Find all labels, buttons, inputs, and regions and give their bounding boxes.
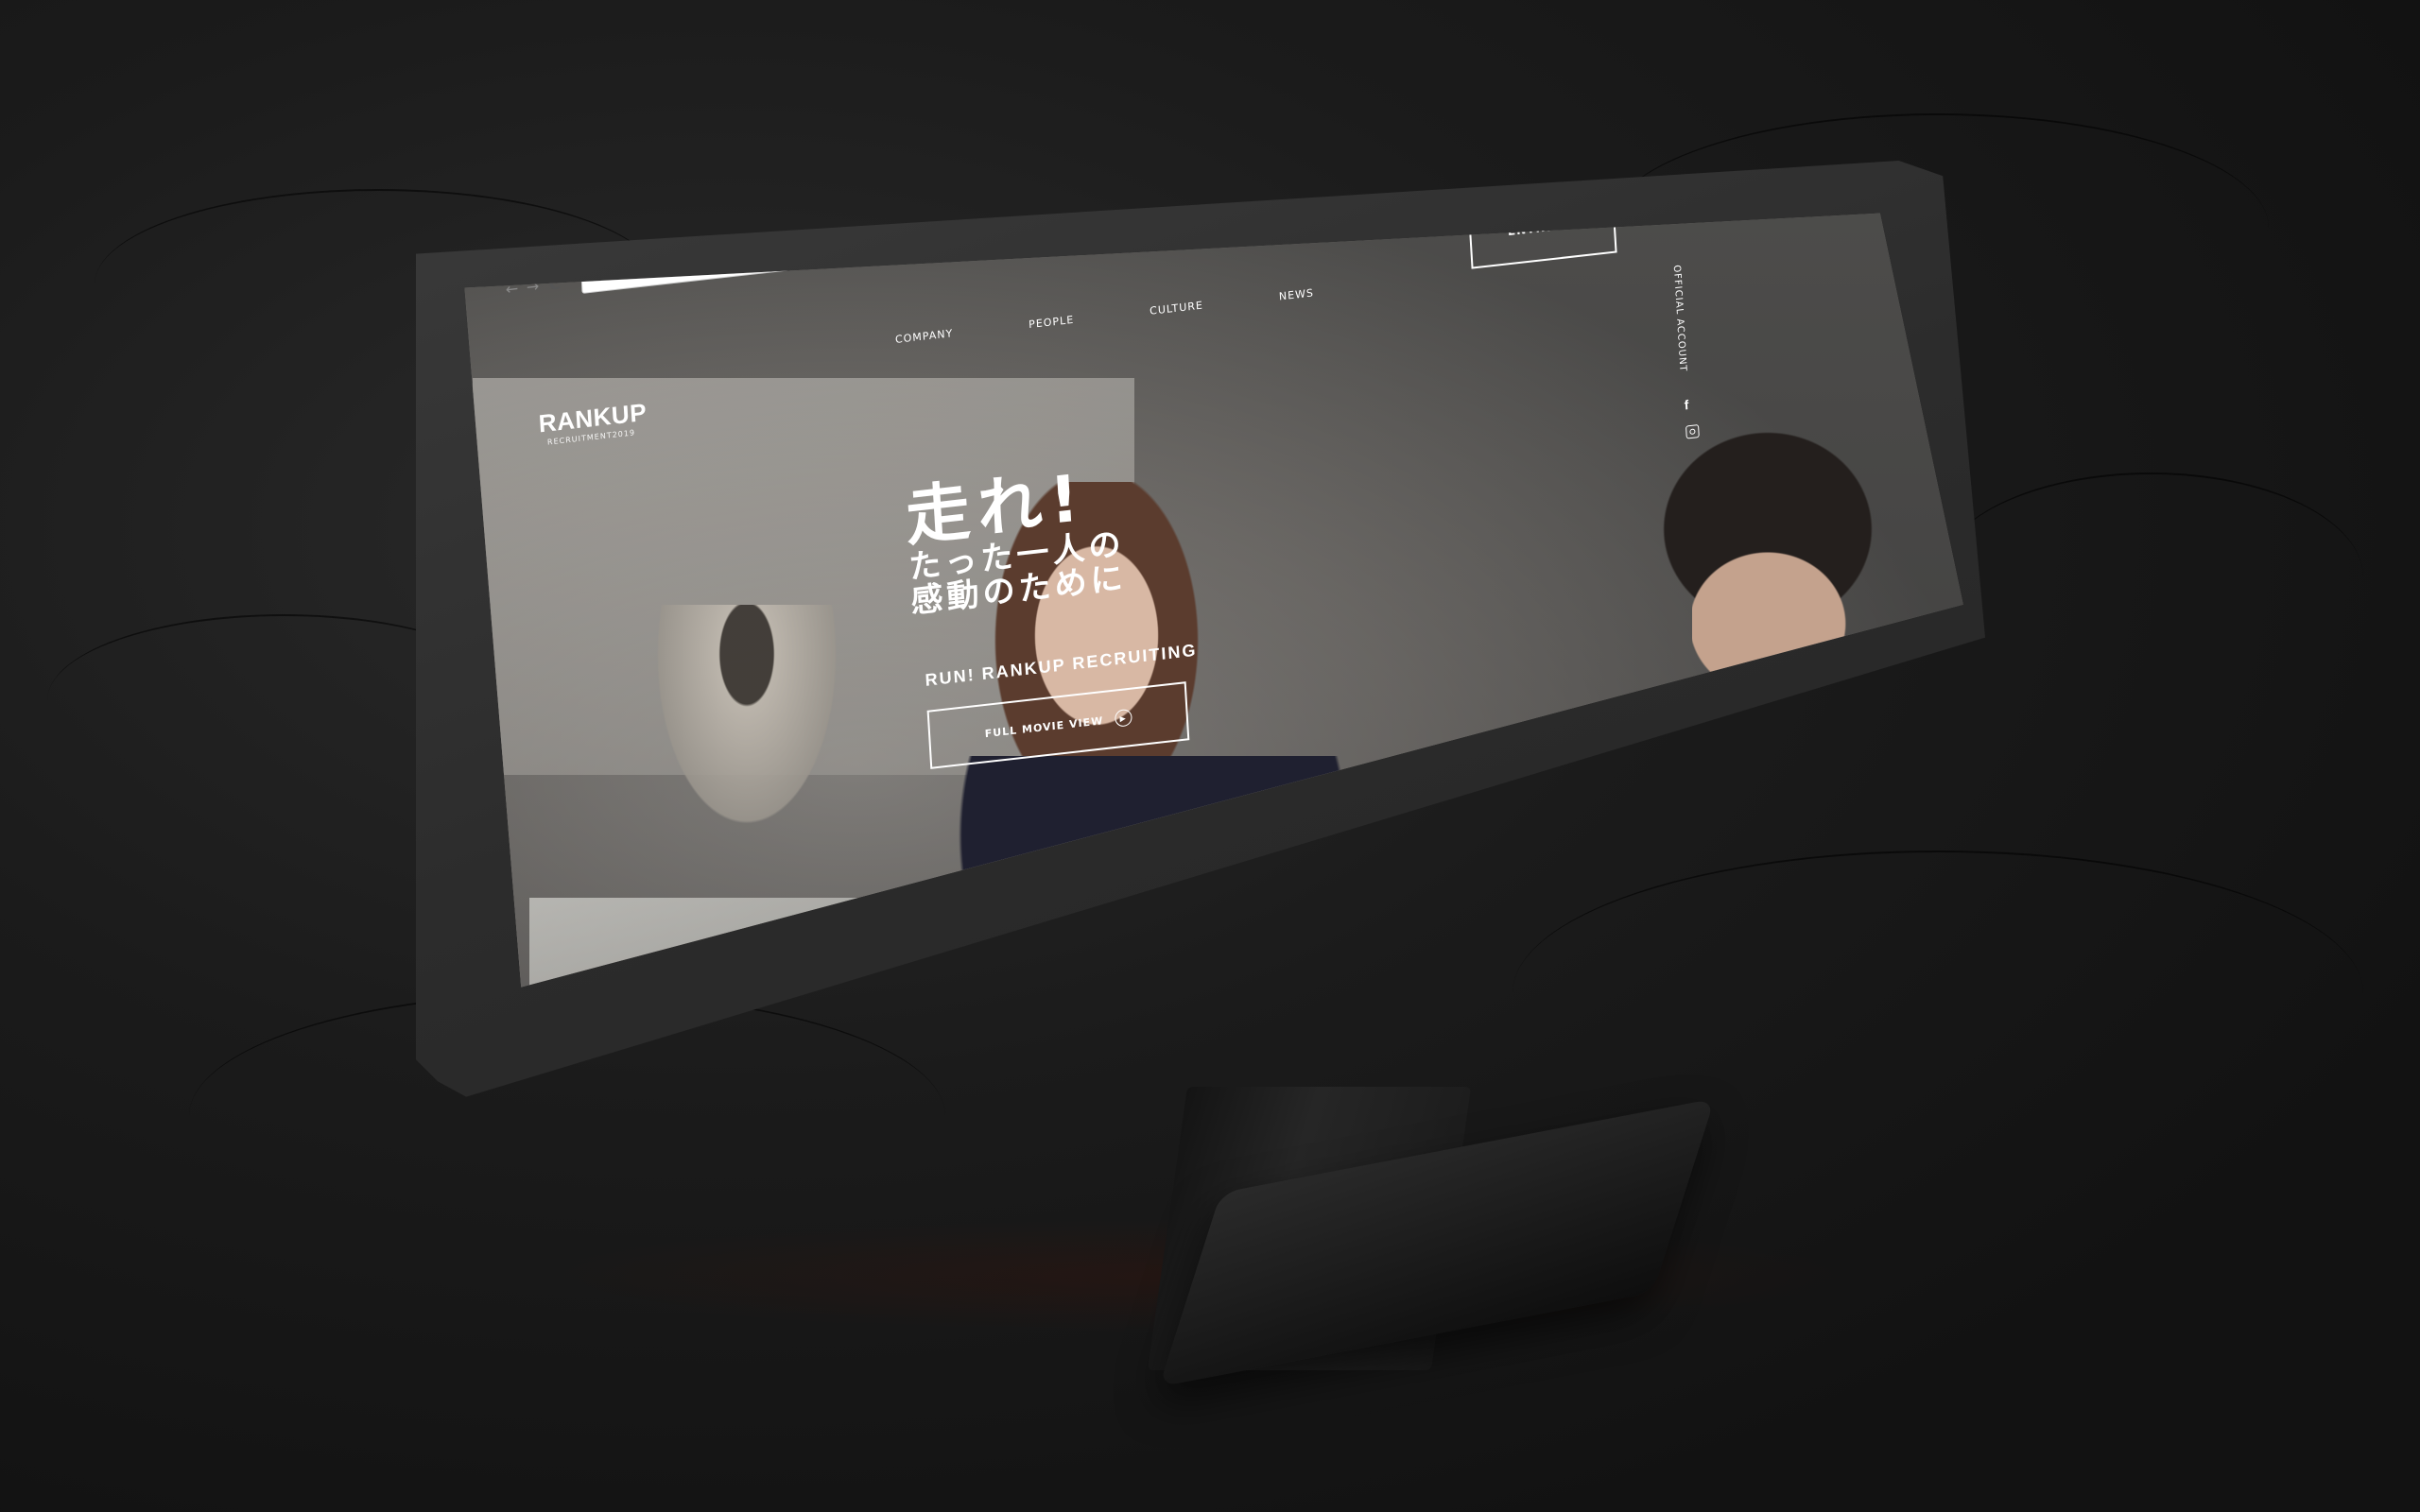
full-movie-button[interactable]: FULL MOVIE VIEW ▶ [926,681,1190,769]
site-logo[interactable]: RANKUP RECRUITMENT2019 [538,398,648,448]
nav-people[interactable]: PEOPLE [1028,314,1075,331]
official-account-label: OFFICIAL ACCOUNT [1670,264,1688,373]
main-nav: COMPANY PEOPLE CULTURE NEWS [895,286,1315,346]
social-links: f [1684,396,1700,439]
edit-icon: ✎ [1563,215,1578,235]
nav-culture[interactable]: CULTURE [1150,299,1203,317]
nav-company[interactable]: COMPANY [895,327,954,346]
nav-news[interactable]: NEWS [1279,286,1315,302]
instagram-icon[interactable] [1685,423,1700,439]
facebook-icon[interactable]: f [1684,396,1698,413]
play-icon: ▶ [1114,708,1132,728]
entry-button[interactable]: ENTRY ✎ [1467,213,1617,269]
hero-headline: 走れ! たった一人の 感動のために [904,460,1128,621]
movie-label: FULL MOVIE VIEW [984,713,1104,740]
hero-tagline: RUN! RANKUP RECRUITING [925,640,1198,690]
entry-label: ENTRY [1507,219,1555,239]
